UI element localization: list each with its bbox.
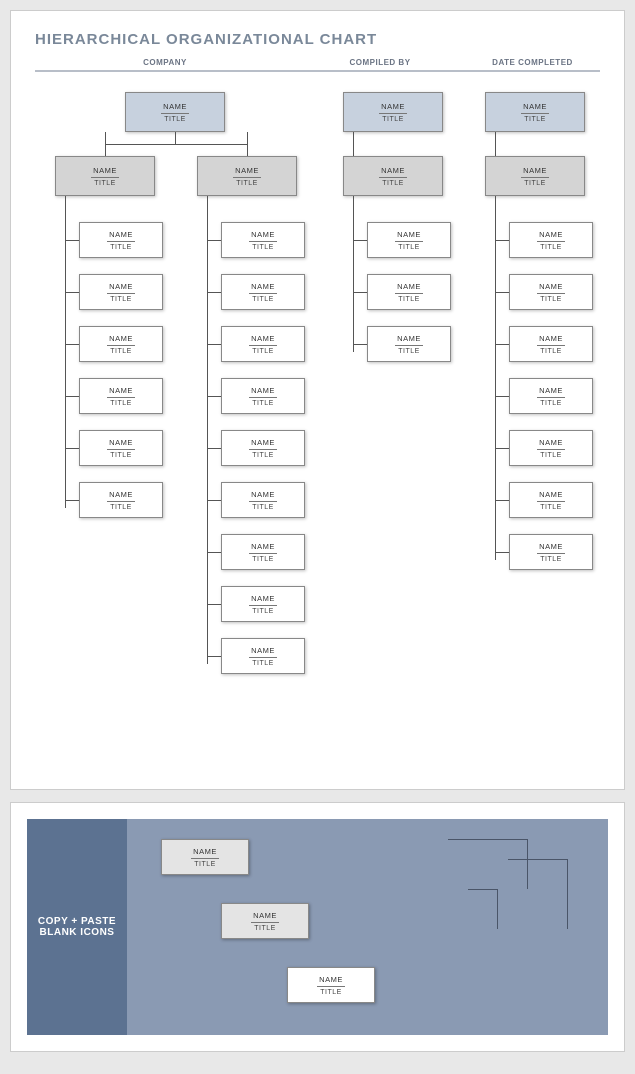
blank-node[interactable]: NAMETITLE <box>221 903 309 939</box>
leaf-node[interactable]: NAMETITLE <box>79 222 163 258</box>
header-company: COMPANY <box>35 58 295 67</box>
org-chart-page-2: COPY + PASTE BLANK ICONS NAMETITLE NAMET… <box>10 802 625 1052</box>
header-row: COMPANY COMPILED BY DATE COMPLETED <box>35 58 600 72</box>
leaf-node[interactable]: NAMETITLE <box>509 534 593 570</box>
leaf-node[interactable]: NAMETITLE <box>509 430 593 466</box>
leaf-node[interactable]: NAMETITLE <box>221 482 305 518</box>
leaf-node[interactable]: NAMETITLE <box>509 274 593 310</box>
leaf-node[interactable]: NAMETITLE <box>221 222 305 258</box>
leaf-node[interactable]: NAMETITLE <box>221 534 305 570</box>
header-date: DATE COMPLETED <box>465 58 600 67</box>
leaf-node[interactable]: NAMETITLE <box>79 326 163 362</box>
mid-node[interactable]: NAMETITLE <box>485 156 585 196</box>
mid-node[interactable]: NAMETITLE <box>343 156 443 196</box>
leaf-node[interactable]: NAMETITLE <box>367 326 451 362</box>
leaf-node[interactable]: NAMETITLE <box>221 378 305 414</box>
top-node[interactable]: NAMETITLE <box>125 92 225 132</box>
leaf-node[interactable]: NAMETITLE <box>221 638 305 674</box>
chart-area: NAMETITLE NAMETITLE NAMETITLE NAMETITLE … <box>35 92 600 772</box>
blank-node[interactable]: NAMETITLE <box>161 839 249 875</box>
copy-paste-label: COPY + PASTE BLANK ICONS <box>27 819 127 1035</box>
leaf-node[interactable]: NAMETITLE <box>509 378 593 414</box>
blank-node[interactable]: NAMETITLE <box>287 967 375 1003</box>
top-node[interactable]: NAMETITLE <box>485 92 585 132</box>
page-title: HIERARCHICAL ORGANIZATIONAL CHART <box>35 31 600 48</box>
leaf-node[interactable]: NAMETITLE <box>221 430 305 466</box>
mid-node[interactable]: NAMETITLE <box>197 156 297 196</box>
leaf-node[interactable]: NAMETITLE <box>79 274 163 310</box>
leaf-node[interactable]: NAMETITLE <box>79 482 163 518</box>
leaf-node[interactable]: NAMETITLE <box>367 222 451 258</box>
org-chart-page-1: HIERARCHICAL ORGANIZATIONAL CHART COMPAN… <box>10 10 625 790</box>
mid-node[interactable]: NAMETITLE <box>55 156 155 196</box>
top-node[interactable]: NAMETITLE <box>343 92 443 132</box>
leaf-node[interactable]: NAMETITLE <box>79 378 163 414</box>
header-compiled: COMPILED BY <box>295 58 465 67</box>
leaf-node[interactable]: NAMETITLE <box>509 222 593 258</box>
leaf-node[interactable]: NAMETITLE <box>367 274 451 310</box>
leaf-node[interactable]: NAMETITLE <box>221 586 305 622</box>
leaf-node[interactable]: NAMETITLE <box>79 430 163 466</box>
leaf-node[interactable]: NAMETITLE <box>221 326 305 362</box>
leaf-node[interactable]: NAMETITLE <box>509 326 593 362</box>
leaf-node[interactable]: NAMETITLE <box>509 482 593 518</box>
leaf-node[interactable]: NAMETITLE <box>221 274 305 310</box>
